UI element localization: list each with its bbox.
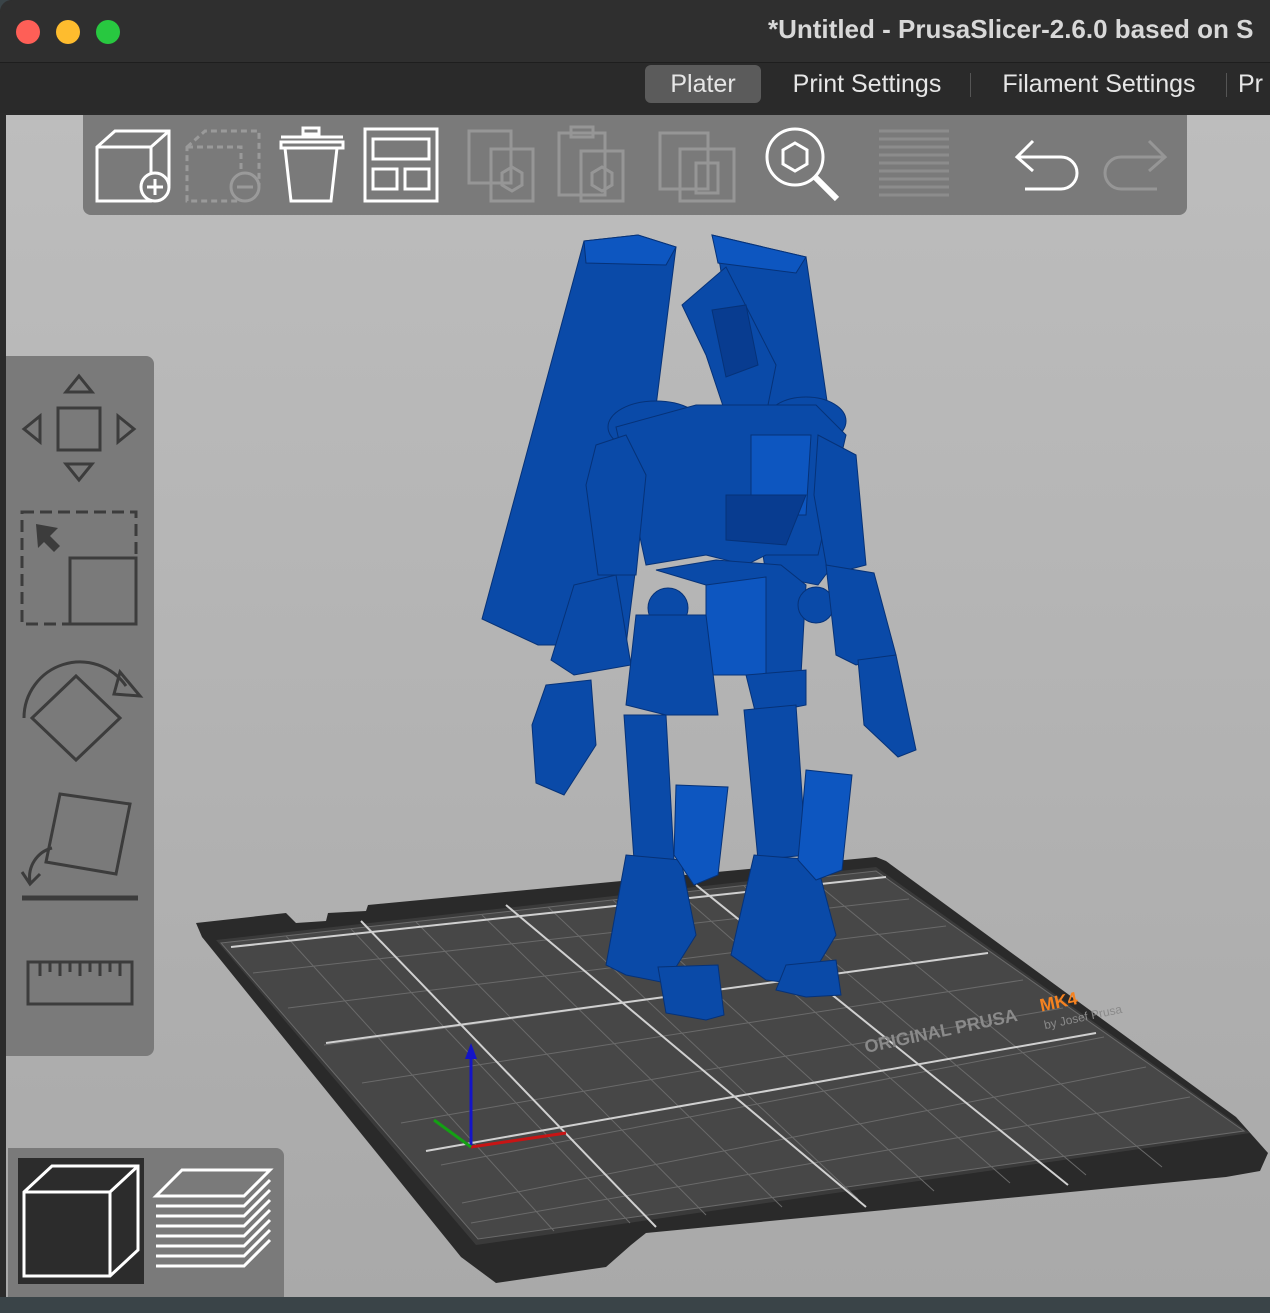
close-window-button[interactable] <box>16 20 40 44</box>
paste-icon <box>557 125 625 203</box>
rotate-gizmo-button[interactable] <box>16 646 144 770</box>
delete-object-icon <box>185 129 261 203</box>
arrange-icon <box>363 127 439 203</box>
tab-bar: Plater Print Settings Filament Settings … <box>0 63 1270 113</box>
tab-separator <box>1226 73 1227 97</box>
undo-icon <box>1014 139 1079 191</box>
scale-icon <box>20 510 138 626</box>
delete-object-button[interactable] <box>181 125 261 205</box>
minimize-window-button[interactable] <box>56 20 80 44</box>
place-on-face-icon <box>20 792 138 901</box>
preview-button[interactable] <box>152 1158 278 1284</box>
maximize-window-button[interactable] <box>96 20 120 44</box>
add-object-icon <box>95 129 171 203</box>
print-bed: ORIGINAL PRUSA MK4 by Josef Prusa <box>196 857 1268 1283</box>
tab-plater[interactable]: Plater <box>645 65 761 103</box>
layers-editing-icon <box>879 129 949 197</box>
scale-gizmo-button[interactable] <box>16 506 144 630</box>
paste-button[interactable] <box>551 125 631 205</box>
tab-print-settings[interactable]: Print Settings <box>772 65 962 103</box>
redo-button[interactable] <box>1095 125 1175 205</box>
main-toolbar <box>83 115 1187 215</box>
delete-all-icon <box>279 126 345 203</box>
redo-icon <box>1103 139 1168 191</box>
add-instance-icon <box>658 131 736 203</box>
place-on-face-gizmo-button[interactable] <box>16 786 144 910</box>
window-title: *Untitled - PrusaSlicer-2.6.0 based on S <box>768 14 1254 44</box>
add-instance-button[interactable] <box>658 125 738 205</box>
3d-view-icon <box>22 1164 140 1278</box>
measure-gizmo-button[interactable] <box>16 936 144 1036</box>
undo-button[interactable] <box>1007 125 1087 205</box>
3d-viewport[interactable]: ORIGINAL PRUSA MK4 by Josef Prusa <box>6 115 1270 1297</box>
app-window: *Untitled - PrusaSlicer-2.6.0 based on S… <box>0 0 1270 1305</box>
measure-icon <box>26 960 134 1006</box>
search-icon <box>765 127 840 202</box>
3d-view-button[interactable] <box>18 1158 144 1284</box>
tab-printer-settings[interactable]: Pr <box>1238 65 1270 103</box>
delete-all-button[interactable] <box>271 125 351 205</box>
tab-separator <box>970 73 971 97</box>
arrange-button[interactable] <box>361 125 441 205</box>
preview-layers-icon <box>152 1168 274 1268</box>
copy-button[interactable] <box>461 125 541 205</box>
scene-canvas[interactable]: ORIGINAL PRUSA MK4 by Josef Prusa <box>6 115 1270 1297</box>
view-mode-toggle <box>8 1148 284 1297</box>
move-gizmo-button[interactable] <box>16 366 144 490</box>
rotate-icon <box>22 660 144 763</box>
title-bar: *Untitled - PrusaSlicer-2.6.0 based on S <box>0 0 1270 63</box>
gizmo-toolbar <box>6 356 154 1056</box>
copy-icon <box>467 129 535 203</box>
add-object-button[interactable] <box>91 125 171 205</box>
move-icon <box>21 373 137 483</box>
search-button[interactable] <box>763 125 843 205</box>
tab-filament-settings[interactable]: Filament Settings <box>982 65 1216 103</box>
layers-editing-button[interactable] <box>871 125 951 205</box>
desktop-background <box>0 1297 1270 1313</box>
